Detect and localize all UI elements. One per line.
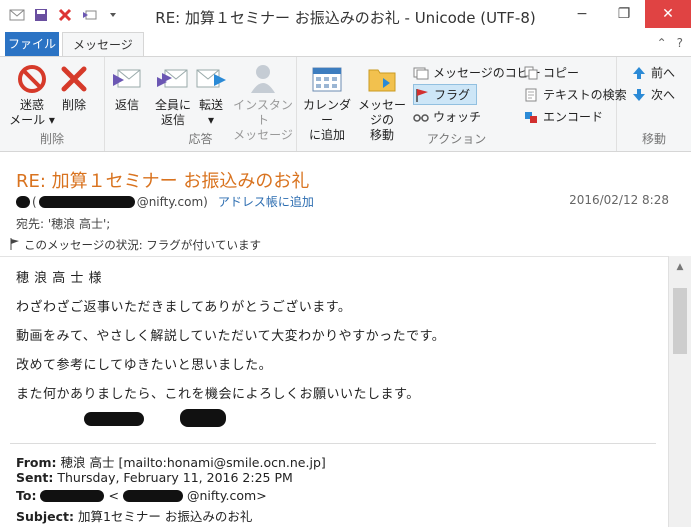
reply-arrow-icon[interactable]: [80, 6, 98, 24]
redacted-recipient-address: [122, 489, 183, 502]
group-move: 前へ 次へ 移動: [617, 57, 691, 151]
redacted-signature: [180, 409, 226, 427]
message-status-bar: このメッセージの状況: フラグが付いています: [10, 235, 670, 255]
arrow-up-icon: [631, 65, 647, 81]
app-mail-icon[interactable]: [8, 6, 26, 24]
copy-icon: [523, 65, 539, 81]
close-button[interactable]: ✕: [645, 0, 691, 28]
encode-button[interactable]: エンコード: [523, 106, 603, 127]
delete-button[interactable]: 削除: [46, 61, 102, 113]
forwarded-from: From: 穂浪 高士 [mailto:honami@smile.ocn.ne.…: [16, 455, 326, 470]
body-line: また何かありましたら、これを機会によろしくお願いいたします。: [16, 387, 420, 402]
redacted-sender-name: [16, 195, 30, 208]
forward-icon: [194, 63, 228, 95]
find-text-icon: [523, 87, 539, 103]
body-greeting: 穂 浪 高 士 様: [16, 271, 103, 286]
flag-icon: [414, 87, 430, 103]
status-flag-icon: [10, 237, 20, 253]
group-actions: カレンダー に追加 メッセージの 移動 メッセージのコピー フラグ ウォッチ コ…: [297, 57, 627, 151]
delete-x-icon[interactable]: [56, 6, 74, 24]
redacted-recipient-name: [40, 489, 105, 502]
maximize-button[interactable]: ❐: [603, 0, 645, 28]
scroll-thumb[interactable]: [673, 288, 687, 354]
message-header: RE: 加算１セミナー お振込みのお礼 ( @nifty.com) アドレス帳に…: [0, 153, 691, 255]
scroll-up-icon[interactable]: ▲: [669, 258, 691, 276]
qat-dropdown-icon[interactable]: [104, 6, 122, 24]
flag-button[interactable]: フラグ: [413, 84, 478, 105]
group-delete: 迷惑 メール ▾ 削除 削除: [0, 57, 105, 151]
quote-divider: [10, 443, 656, 444]
copy-message-icon: [413, 65, 429, 81]
redacted-signature: [84, 412, 144, 426]
save-icon[interactable]: [32, 6, 50, 24]
find-text-button[interactable]: テキストの検索: [523, 84, 627, 105]
quick-access-toolbar: [8, 6, 122, 24]
instant-message-icon: [246, 63, 280, 95]
calendar-icon: [310, 63, 344, 95]
watch-button[interactable]: ウォッチ: [413, 106, 481, 127]
previous-button[interactable]: 前へ: [631, 62, 675, 83]
body-line: 動画をみて、やさしく解説していただいて大変わかりやすかったです。: [16, 329, 446, 344]
junk-icon: [15, 63, 49, 95]
help-icon[interactable]: ?: [677, 36, 683, 50]
copy-button[interactable]: コピー: [523, 62, 579, 83]
body-line: 改めて参考にしてゆきたいと思いました。: [16, 358, 273, 373]
add-to-contacts-link[interactable]: アドレス帳に追加: [218, 193, 314, 210]
message-subject: RE: 加算１セミナー お振込みのお礼: [16, 171, 310, 192]
to-line: 宛先: '穂浪 高士';: [16, 217, 111, 231]
ribbon-tabs: ファイル メッセージ ⌃ ?: [0, 32, 691, 57]
message-body: 穂 浪 高 士 様 わざわざご返事いただきましてありがとうございます。 動画をみ…: [0, 256, 668, 527]
next-button[interactable]: 次へ: [631, 84, 675, 105]
message-date: 2016/02/12 8:28: [569, 193, 669, 207]
folder-move-icon: [365, 63, 399, 95]
reply-icon: [110, 63, 144, 95]
delete-icon: [57, 63, 91, 95]
title-bar: RE: 加算１セミナー お振込みのお礼 - Unicode (UTF-8) − …: [0, 0, 691, 32]
sender-line: ( @nifty.com) アドレス帳に追加: [16, 193, 314, 210]
minimize-button[interactable]: −: [561, 0, 603, 28]
tab-file[interactable]: ファイル: [5, 32, 59, 56]
sender-domain: @nifty.com): [136, 194, 208, 209]
forwarded-subject: Subject: 加算1セミナー お振込みのお礼: [16, 509, 253, 524]
vertical-scrollbar[interactable]: ▲: [668, 256, 691, 527]
forwarded-sent: Sent: Thursday, February 11, 2016 2:25 P…: [16, 470, 293, 485]
redacted-sender-address: [38, 195, 135, 208]
copy-message-button[interactable]: メッセージのコピー: [413, 62, 541, 83]
tab-message[interactable]: メッセージ: [62, 32, 144, 57]
ribbon: 迷惑 メール ▾ 削除 削除 返信 全員に 返信 転送 ▾ インスタント メッセ…: [0, 56, 691, 152]
forwarded-to: To: < @nifty.com>: [16, 488, 267, 503]
arrow-down-icon: [631, 87, 647, 103]
group-respond: 返信 全員に 返信 転送 ▾ インスタント メッセージ 応答: [105, 57, 297, 151]
glasses-icon: [413, 109, 429, 125]
body-line: わざわざご返事いただきましてありがとうございます。: [16, 300, 352, 315]
ribbon-collapse-icon[interactable]: ⌃: [657, 36, 667, 50]
encode-icon: [523, 109, 539, 125]
